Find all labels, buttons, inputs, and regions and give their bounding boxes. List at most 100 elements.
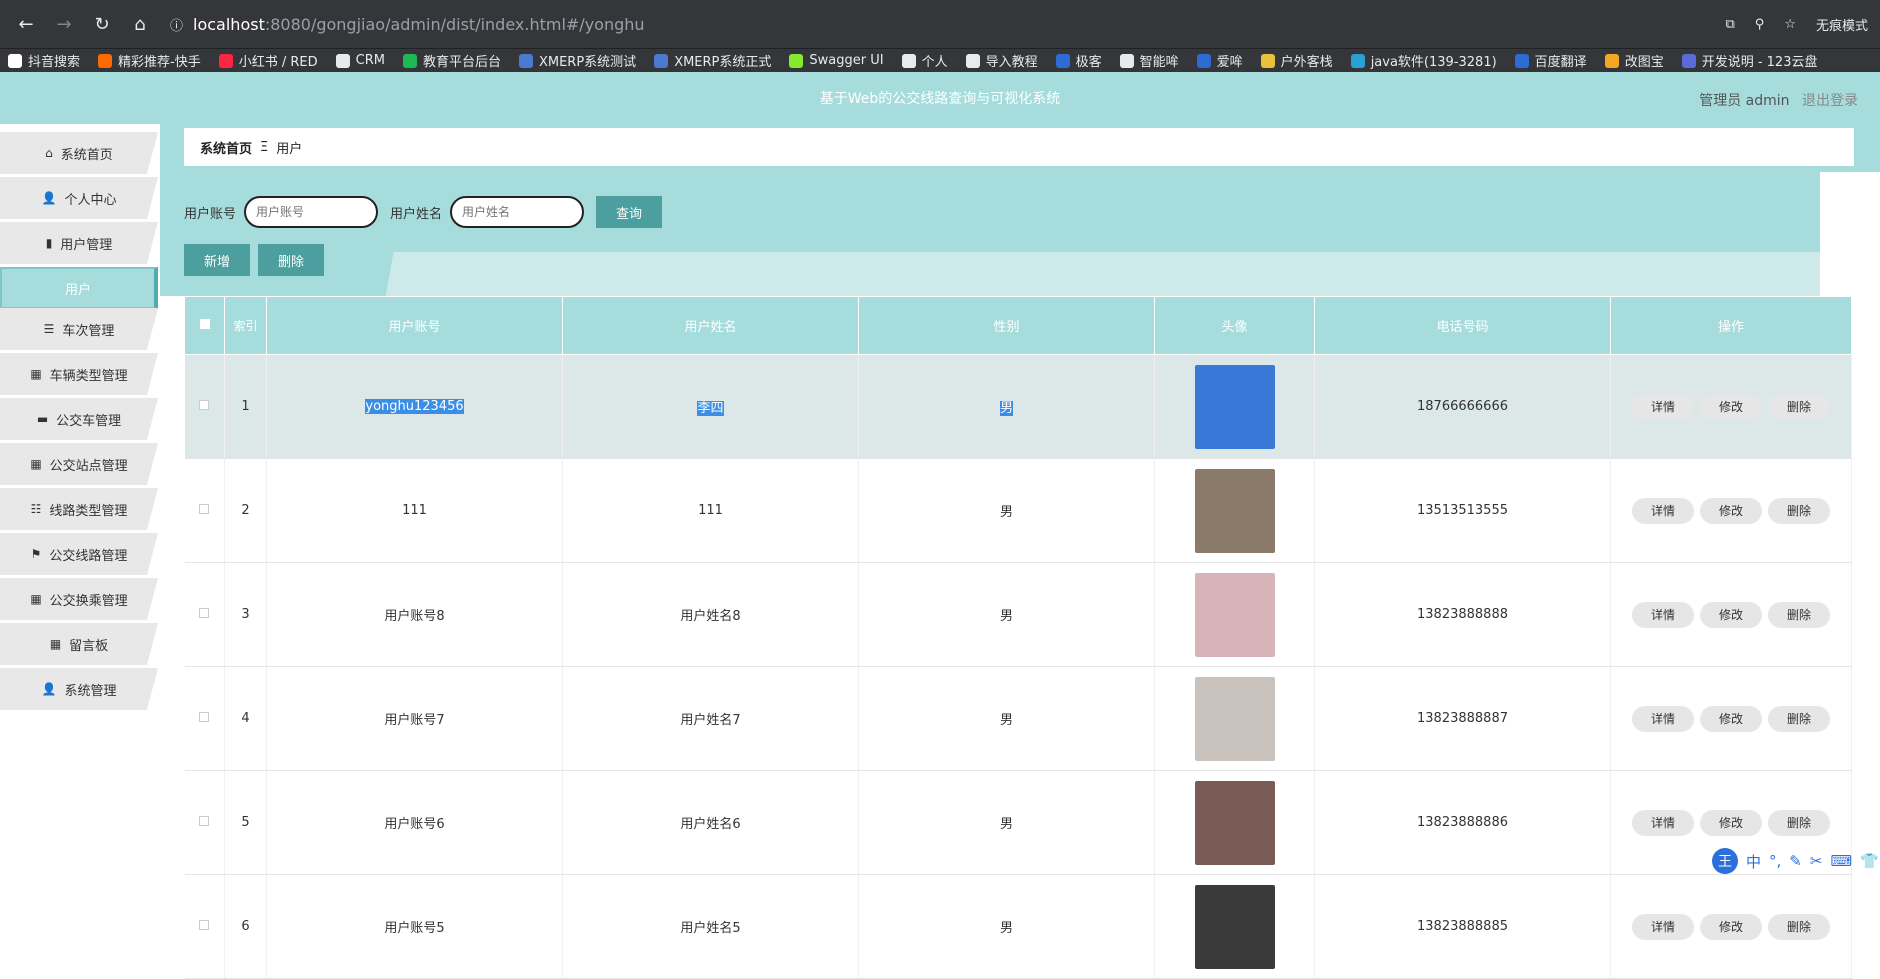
row-checkbox[interactable] bbox=[199, 816, 210, 826]
row-checkbox-cell[interactable] bbox=[184, 770, 225, 875]
back-icon[interactable]: ← bbox=[12, 10, 40, 38]
avatar[interactable] bbox=[1194, 364, 1275, 449]
ime-chinese-icon[interactable]: 中 bbox=[1746, 851, 1761, 872]
row-checkbox-cell[interactable] bbox=[184, 354, 225, 459]
batch-delete-button[interactable]: 删除 bbox=[258, 244, 325, 276]
row-checkbox[interactable] bbox=[199, 400, 210, 410]
sidebar-item[interactable]: ▦ 公交站点管理 bbox=[0, 443, 158, 485]
delete-button[interactable]: 删除 bbox=[1768, 601, 1830, 628]
row-checkbox[interactable] bbox=[199, 712, 210, 722]
avatar[interactable] bbox=[1194, 780, 1275, 865]
bookmark-item[interactable]: java软件(139-3281) bbox=[1350, 51, 1497, 70]
address-bar[interactable]: ⓘ localhost :8080/gongjiao/admin/dist/in… bbox=[170, 7, 1726, 41]
bookmark-item[interactable]: 极客 bbox=[1055, 51, 1102, 70]
bookmark-item[interactable]: Swagger UI bbox=[789, 53, 884, 68]
query-button[interactable]: 查询 bbox=[596, 196, 663, 228]
sidebar-item[interactable]: ▦ 留言板 bbox=[0, 623, 158, 665]
account-search-input[interactable] bbox=[244, 196, 379, 228]
delete-button[interactable]: 删除 bbox=[1768, 705, 1830, 732]
sidebar-item[interactable]: ▮ 用户管理 bbox=[0, 222, 158, 264]
select-all-checkbox[interactable] bbox=[199, 319, 210, 329]
detail-button[interactable]: 详情 bbox=[1632, 497, 1694, 524]
ime-logo-icon[interactable]: 王 bbox=[1712, 848, 1738, 874]
detail-button[interactable]: 详情 bbox=[1632, 601, 1694, 628]
bookmark-item[interactable]: 智能哞 bbox=[1119, 51, 1179, 70]
avatar[interactable] bbox=[1194, 676, 1275, 761]
sidebar-subitem-user[interactable]: 用户 bbox=[0, 267, 158, 309]
zoom-icon[interactable]: ⚲ bbox=[1755, 17, 1765, 32]
sidebar-item[interactable]: ☰ 车次管理 bbox=[0, 308, 158, 350]
sidebar-item[interactable]: ⌂ 系统首页 bbox=[0, 132, 158, 174]
sidebar-item[interactable]: 👤 个人中心 bbox=[0, 177, 158, 219]
sidebar-item[interactable]: ⚑ 公交线路管理 bbox=[0, 533, 158, 575]
detail-button[interactable]: 详情 bbox=[1632, 809, 1694, 836]
sidebar-item[interactable]: ☷ 线路类型管理 bbox=[0, 488, 158, 530]
bookmark-item[interactable]: 精彩推荐-快手 bbox=[98, 51, 201, 70]
ime-punct-icon[interactable]: °, bbox=[1769, 852, 1781, 870]
sidebar-item[interactable]: 👤 系统管理 bbox=[0, 668, 158, 710]
edit-button[interactable]: 修改 bbox=[1700, 705, 1762, 732]
incognito-label[interactable]: 无痕模式 bbox=[1816, 15, 1868, 34]
bookmark-item[interactable]: XMERP系统测试 bbox=[518, 51, 636, 70]
bookmark-item[interactable]: 改图宝 bbox=[1604, 51, 1664, 70]
bookmark-item[interactable]: 爱哞 bbox=[1196, 51, 1243, 70]
row-phone-text: 18766666666 bbox=[1417, 399, 1508, 414]
edit-button[interactable]: 修改 bbox=[1700, 913, 1762, 940]
header-avatar: 头像 bbox=[1154, 296, 1315, 355]
edit-button[interactable]: 修改 bbox=[1700, 601, 1762, 628]
sidebar-item[interactable]: ▦ 车辆类型管理 bbox=[0, 353, 158, 395]
ime-shirt-icon[interactable]: 👕 bbox=[1860, 852, 1879, 870]
reload-icon[interactable]: ↻ bbox=[88, 10, 116, 38]
sidebar-item[interactable]: ▬ 公交车管理 bbox=[0, 398, 158, 440]
bookmark-item[interactable]: 开发说明 - 123云盘 bbox=[1681, 51, 1817, 70]
home-icon[interactable]: ⌂ bbox=[126, 10, 154, 38]
delete-button[interactable]: 删除 bbox=[1768, 393, 1830, 420]
bookmark-item[interactable]: 抖音搜索 bbox=[8, 51, 80, 70]
bookmark-item[interactable]: 户外客栈 bbox=[1260, 51, 1333, 70]
row-checkbox-cell[interactable] bbox=[184, 666, 225, 771]
translate-icon[interactable]: ⧉ bbox=[1726, 17, 1735, 32]
forward-icon[interactable]: → bbox=[50, 10, 78, 38]
ime-scissors-icon[interactable]: ✂ bbox=[1810, 852, 1823, 870]
star-icon[interactable]: ☆ bbox=[1784, 17, 1796, 32]
bookmark-item[interactable]: 导入教程 bbox=[965, 51, 1038, 70]
avatar[interactable] bbox=[1194, 884, 1275, 969]
name-label: 用户姓名 bbox=[390, 206, 443, 222]
app-header: 基于Web的公交线路查询与可视化系统 管理员 admin 退出登录 bbox=[0, 72, 1880, 124]
logout-link[interactable]: 退出登录 bbox=[1802, 93, 1858, 109]
delete-button[interactable]: 删除 bbox=[1768, 913, 1830, 940]
row-phone: 13513513555 bbox=[1314, 458, 1611, 563]
edit-button[interactable]: 修改 bbox=[1700, 497, 1762, 524]
detail-button[interactable]: 详情 bbox=[1632, 393, 1694, 420]
detail-button[interactable]: 详情 bbox=[1632, 913, 1694, 940]
bookmark-item[interactable]: 个人 bbox=[901, 51, 948, 70]
row-phone: 18766666666 bbox=[1314, 354, 1611, 459]
bookmark-item[interactable]: 小红书 / RED bbox=[218, 51, 318, 70]
sidebar-item[interactable]: ▦ 公交换乘管理 bbox=[0, 578, 158, 620]
edit-button[interactable]: 修改 bbox=[1700, 393, 1762, 420]
edit-button[interactable]: 修改 bbox=[1700, 809, 1762, 836]
bookmark-item[interactable]: CRM bbox=[335, 53, 385, 68]
row-checkbox-cell[interactable] bbox=[184, 874, 225, 979]
add-button[interactable]: 新增 bbox=[184, 244, 251, 276]
breadcrumb-home[interactable]: 系统首页 bbox=[200, 138, 252, 157]
avatar[interactable] bbox=[1194, 572, 1275, 657]
row-checkbox-cell[interactable] bbox=[184, 458, 225, 563]
select-all-header[interactable] bbox=[184, 296, 225, 355]
bookmark-item[interactable]: 教育平台后台 bbox=[402, 51, 501, 70]
row-checkbox[interactable] bbox=[199, 504, 210, 514]
avatar[interactable] bbox=[1194, 468, 1275, 553]
delete-button[interactable]: 删除 bbox=[1768, 497, 1830, 524]
row-checkbox[interactable] bbox=[199, 920, 210, 930]
ime-toolbar[interactable]: 王 中 °, ✎ ✂ ⌨ 👕 bbox=[1712, 848, 1879, 874]
bookmark-item[interactable]: XMERP系统正式 bbox=[654, 51, 771, 70]
name-search-input[interactable] bbox=[450, 196, 585, 228]
row-checkbox[interactable] bbox=[199, 608, 210, 618]
ime-keyboard-icon[interactable]: ⌨ bbox=[1830, 852, 1852, 870]
ime-pen-icon[interactable]: ✎ bbox=[1789, 852, 1802, 870]
detail-button[interactable]: 详情 bbox=[1632, 705, 1694, 732]
row-checkbox-cell[interactable] bbox=[184, 562, 225, 667]
bookmark-item[interactable]: 百度翻译 bbox=[1514, 51, 1587, 70]
delete-button[interactable]: 删除 bbox=[1768, 809, 1830, 836]
url-domain: localhost bbox=[193, 14, 265, 34]
